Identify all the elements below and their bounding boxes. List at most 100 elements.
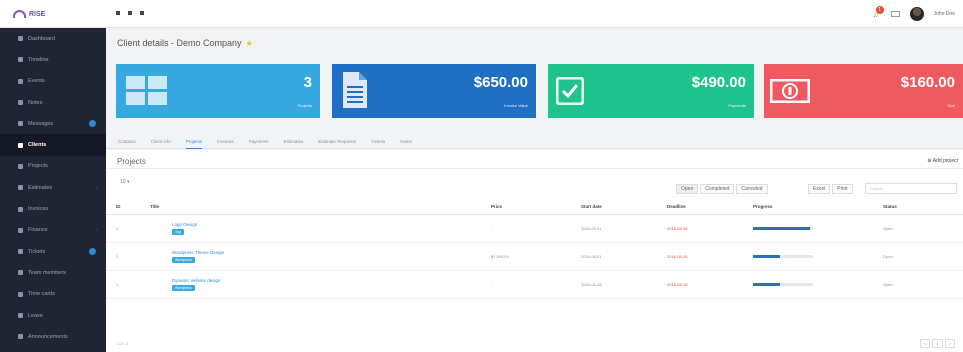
sidebar-item-icon	[18, 227, 23, 233]
due-amount: $160.00	[900, 74, 955, 91]
notification-badge: 1	[875, 5, 884, 14]
sidebar-item-timeline[interactable]: Timeline	[0, 49, 106, 70]
sidebar-item-icon	[18, 142, 23, 148]
project-link[interactable]: Dynamic website design	[172, 278, 491, 283]
project-link[interactable]: Logo Design	[172, 222, 491, 227]
column-header-title[interactable]: Title	[136, 200, 491, 215]
tab-projects[interactable]: Projects	[185, 135, 203, 149]
logo-text: RISE	[29, 10, 46, 18]
user-name[interactable]: John Doe	[934, 11, 955, 17]
menu-icon[interactable]	[116, 11, 120, 15]
sidebar-item-icon	[18, 185, 23, 191]
sidebar-item-icon	[18, 249, 23, 255]
sidebar-item-tickets[interactable]: Tickets	[0, 241, 106, 262]
cell-status: Open	[883, 270, 963, 299]
records-info: 1-3 / 3	[117, 341, 129, 346]
mail-icon[interactable]	[890, 11, 900, 17]
projects-card: 3 Projects	[116, 64, 320, 118]
progress-bar-fill	[753, 226, 810, 230]
tab-client-info[interactable]: Client info	[151, 135, 171, 149]
sidebar-item-label: Projects	[28, 163, 48, 170]
column-header-status[interactable]: Status	[883, 200, 963, 215]
count-badge	[89, 120, 96, 128]
filter-open-button[interactable]: Open	[676, 184, 699, 194]
page-title: Client details - Demo Company ★	[117, 38, 253, 48]
chevron-icon: ›	[95, 184, 97, 191]
project-label-badge: Wordpress	[172, 284, 195, 291]
cell-price: $1,500.00	[491, 242, 581, 271]
apps-icon[interactable]	[140, 11, 144, 15]
pager-prev[interactable]: <	[920, 339, 931, 348]
sidebar-item-clients[interactable]: Clients	[0, 134, 106, 156]
cell-id: 1	[106, 270, 136, 299]
sidebar-item-time-cards[interactable]: Time cards	[0, 284, 106, 305]
pager-next[interactable]: >	[944, 339, 955, 348]
tab-contacts[interactable]: Contacts	[118, 135, 136, 149]
tab-notes[interactable]: Notes	[400, 135, 412, 149]
project-link[interactable]: Wordpress Theme Design	[172, 250, 491, 255]
avatar[interactable]	[909, 7, 924, 21]
sidebar-item-label: Events	[28, 78, 45, 85]
app-logo[interactable]: RISE	[13, 8, 45, 20]
tab-tickets[interactable]: Tickets	[371, 135, 385, 149]
payments-amount: $490.00	[691, 74, 746, 91]
sidebar-item-team-members[interactable]: Team members	[0, 262, 106, 283]
sidebar-item-notes[interactable]: Notes	[0, 92, 106, 113]
sidebar-item-label: Tickets	[28, 248, 46, 255]
grid-icon[interactable]	[128, 11, 132, 15]
sidebar-item-messages[interactable]: Messages	[0, 113, 106, 134]
sidebar-item-leave[interactable]: Leave	[0, 305, 106, 326]
page-size-value: 10	[120, 179, 126, 185]
tab-estimates[interactable]: Estimates	[284, 135, 304, 149]
cell-progress	[753, 214, 883, 243]
add-project-button[interactable]: ⊕ Add project	[927, 158, 958, 164]
page-size-select[interactable]: 10 ▾	[120, 179, 129, 185]
sidebar-toggle-icons[interactable]	[116, 11, 144, 15]
pagination: < 1 >	[920, 339, 955, 348]
print-button[interactable]: Print	[832, 184, 853, 194]
excel-button[interactable]: Excel	[808, 184, 831, 194]
summary-cards: 3 Projects $650.00 Invoice Value $490.00…	[116, 64, 963, 118]
progress-bar-fill	[753, 282, 780, 286]
sidebar-item-announcements[interactable]: Announcements	[0, 326, 106, 347]
progress-bar	[753, 254, 813, 258]
bell-icon[interactable]: ♫ 1	[873, 5, 884, 19]
star-icon[interactable]: ★	[246, 39, 253, 48]
column-header-progress[interactable]: Progress	[753, 200, 883, 215]
cell-start-date: 2016-08-01	[581, 214, 667, 243]
project-label-badge: Tag	[172, 228, 184, 235]
column-header-id[interactable]: ID	[106, 200, 136, 215]
sidebar-item-dashboard[interactable]: Dashboard	[0, 28, 106, 49]
column-header-deadline[interactable]: Deadline	[667, 200, 753, 215]
sidebar-item-icon	[18, 206, 23, 212]
sidebar-item-events[interactable]: Events	[0, 71, 106, 92]
sidebar-item-invoices[interactable]: Invoices	[0, 198, 106, 219]
column-header-price[interactable]: Price	[491, 200, 581, 215]
sidebar-item-label: Estimates	[28, 184, 53, 191]
panel-header: Projects ⊕ Add project	[106, 150, 963, 169]
cell-progress	[753, 242, 883, 271]
sidebar-item-label: Invoices	[28, 206, 49, 213]
client-tabs: Contacts Client info Projects Invoices Payme…	[106, 135, 963, 149]
cell-deadline: 2016-08-15	[667, 270, 753, 299]
sidebar-item-label: Messages	[28, 120, 54, 127]
table-row[interactable]: 1 Dynamic website design Wordpress -2016-06…	[106, 270, 963, 299]
top-right-tools: ♫ 1 John Doe	[873, 5, 955, 22]
table-row[interactable]: 3 Logo Design Tag -2016-08-01 2016-08-08 Open	[106, 214, 963, 243]
filter-canceled-button[interactable]: Canceled	[736, 184, 768, 194]
cell-price: -	[491, 270, 581, 299]
progress-bar	[753, 226, 813, 230]
tab-invoices[interactable]: Invoices	[217, 135, 234, 149]
sidebar-item-projects[interactable]: Projects	[0, 156, 106, 177]
filter-completed-button[interactable]: Completed	[700, 184, 735, 194]
sidebar-item-finance[interactable]: Finance ›	[0, 220, 106, 241]
table-footer: 1-3 / 3 < 1 >	[106, 336, 963, 352]
column-header-start-date[interactable]: Start date	[581, 200, 667, 215]
sidebar-item-estimates[interactable]: Estimates ›	[0, 177, 106, 198]
table-row[interactable]: 2 Wordpress Theme Design Wordpress $1,500.0…	[106, 242, 963, 271]
pager-page[interactable]: 1	[932, 339, 943, 348]
projects-count: 3	[303, 74, 312, 91]
tab-estimate-requests[interactable]: Estimate Requests	[318, 135, 356, 149]
tab-payments[interactable]: Payments	[249, 135, 269, 149]
search-input[interactable]: Search	[865, 183, 957, 194]
